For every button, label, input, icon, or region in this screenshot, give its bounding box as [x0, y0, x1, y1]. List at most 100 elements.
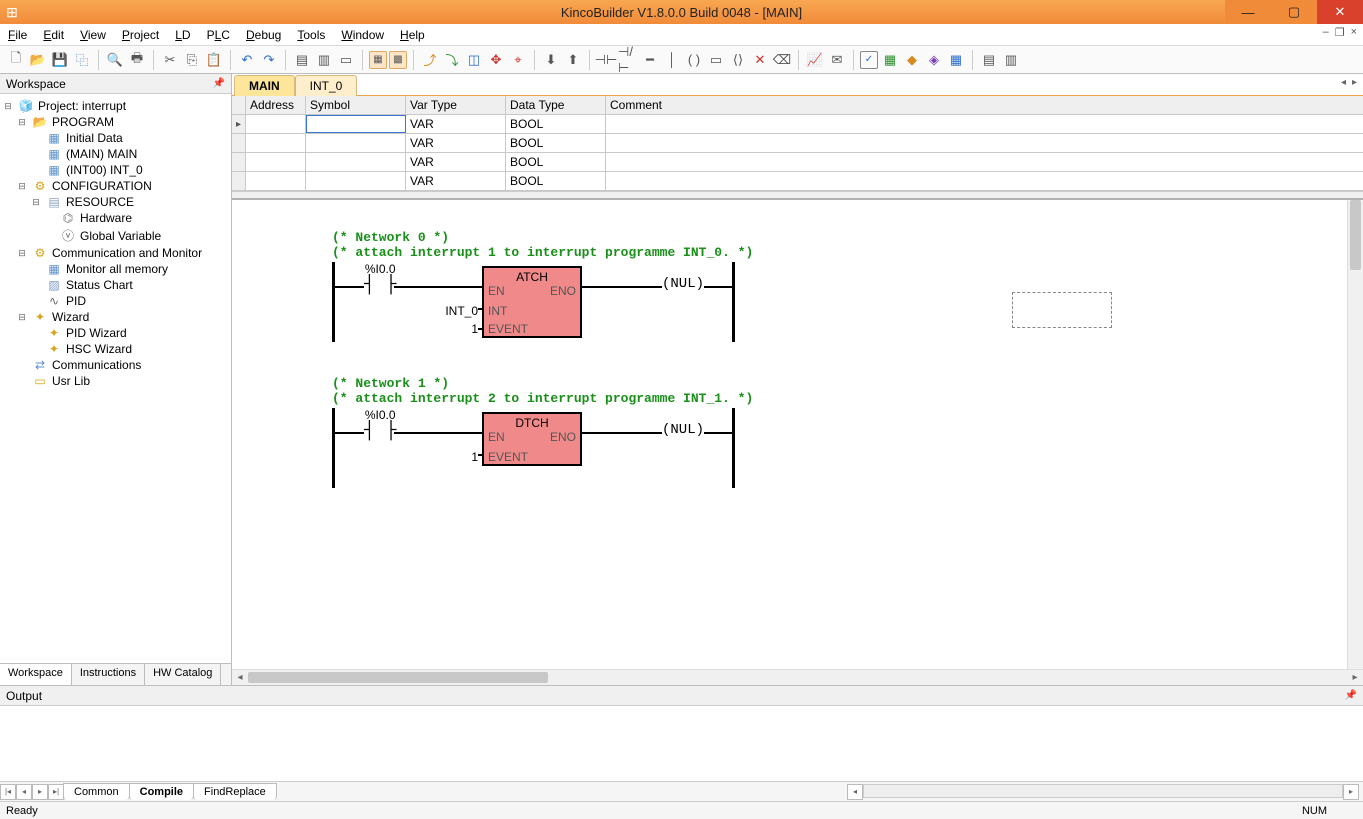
menu-debug[interactable]: Debug: [246, 28, 281, 42]
align-l-icon[interactable]: ▤: [979, 50, 999, 70]
tree-communications[interactable]: Communications: [52, 358, 141, 372]
tree-wizard[interactable]: Wizard: [52, 310, 89, 324]
nav-down-icon[interactable]: ⤵: [442, 50, 462, 70]
close-button[interactable]: ✕: [1317, 0, 1363, 24]
menu-file[interactable]: File: [8, 28, 27, 42]
horizontal-scrollbar[interactable]: ◂ ▸: [232, 669, 1363, 685]
outnav-next-icon[interactable]: ▸: [32, 784, 48, 800]
wipe-icon[interactable]: ⌫: [772, 50, 792, 70]
tree-status-chart[interactable]: Status Chart: [66, 278, 133, 292]
menu-view[interactable]: View: [80, 28, 106, 42]
outtab-compile[interactable]: Compile: [129, 783, 194, 800]
grid-icon[interactable]: ▦: [946, 50, 966, 70]
tree-pid-wizard[interactable]: PID Wizard: [66, 326, 127, 340]
print-icon[interactable]: 🖶: [127, 50, 147, 70]
coil-icon[interactable]: ( ): [684, 50, 704, 70]
tool-2-icon[interactable]: ▦: [880, 50, 900, 70]
print-preview-icon[interactable]: 🔍: [105, 50, 125, 70]
grid-cell-selected[interactable]: [306, 115, 406, 133]
outtab-common[interactable]: Common: [63, 783, 130, 800]
tool-1-icon[interactable]: ✓: [860, 51, 878, 69]
tree-monitor-all[interactable]: Monitor all memory: [66, 262, 168, 276]
tree-resource[interactable]: RESOURCE: [66, 195, 134, 209]
toggle-b-icon[interactable]: ▩: [389, 51, 407, 69]
branch-icon[interactable]: ⟨⟩: [728, 50, 748, 70]
center-icon[interactable]: ⌖: [508, 50, 528, 70]
tree-pid[interactable]: PID: [66, 294, 86, 308]
col-comment[interactable]: Comment: [606, 96, 866, 114]
tree-global-var[interactable]: Global Variable: [80, 229, 161, 243]
col-address[interactable]: Address: [246, 96, 306, 114]
col-symbol[interactable]: Symbol: [306, 96, 406, 114]
net1-block[interactable]: DTCH EN ENO EVENT: [482, 412, 582, 466]
delete-icon[interactable]: ✕: [750, 50, 770, 70]
menu-tools[interactable]: Tools: [297, 28, 325, 42]
outnav-prev-icon[interactable]: ◂: [16, 784, 32, 800]
tree-hardware[interactable]: Hardware: [80, 211, 132, 225]
paste-icon[interactable]: 📋: [204, 50, 224, 70]
variable-grid[interactable]: Address Symbol Var Type Data Type Commen…: [232, 96, 1363, 192]
tool-4-icon[interactable]: ◈: [924, 50, 944, 70]
delete-row-icon[interactable]: ▥: [314, 50, 334, 70]
new-icon[interactable]: 🗋: [6, 50, 26, 70]
doctab-int0[interactable]: INT_0: [295, 75, 358, 96]
fb-icon[interactable]: ▭: [706, 50, 726, 70]
copy-icon[interactable]: ⎘: [182, 50, 202, 70]
chart-icon[interactable]: 📈: [805, 50, 825, 70]
open-icon[interactable]: 📂: [28, 50, 48, 70]
menu-edit[interactable]: Edit: [43, 28, 64, 42]
tree-root[interactable]: Project: interrupt: [38, 99, 126, 113]
menu-project[interactable]: Project: [122, 28, 159, 42]
undo-icon[interactable]: ↶: [237, 50, 257, 70]
save-icon[interactable]: 💾: [50, 50, 70, 70]
upload-icon[interactable]: ⬆: [563, 50, 583, 70]
tree-initial-data[interactable]: Initial Data: [66, 131, 123, 145]
wstab-hwcatalog[interactable]: HW Catalog: [145, 664, 221, 685]
vertical-scrollbar[interactable]: [1347, 200, 1363, 669]
doctab-main[interactable]: MAIN: [234, 75, 295, 96]
minimize-button[interactable]: —: [1225, 0, 1271, 24]
col-vartype[interactable]: Var Type: [406, 96, 506, 114]
scroll-right-icon[interactable]: ▸: [1347, 670, 1363, 685]
contact-no-icon[interactable]: ⊣⊢: [596, 50, 616, 70]
grid-row[interactable]: VAR BOOL: [232, 153, 1363, 172]
vline-icon[interactable]: │: [662, 50, 682, 70]
tree-program[interactable]: PROGRAM: [52, 115, 114, 129]
block-icon[interactable]: ▭: [336, 50, 356, 70]
grid-row[interactable]: ▸ VAR BOOL: [232, 115, 1363, 134]
download-icon[interactable]: ⬇: [541, 50, 561, 70]
net1-coil[interactable]: (NUL): [662, 422, 704, 438]
redo-icon[interactable]: ↷: [259, 50, 279, 70]
insert-row-icon[interactable]: ▤: [292, 50, 312, 70]
tabnav-left-icon[interactable]: ◂: [1341, 77, 1346, 88]
mdi-close[interactable]: ×: [1351, 26, 1357, 39]
tool-3-icon[interactable]: ◆: [902, 50, 922, 70]
tree-configuration[interactable]: CONFIGURATION: [52, 179, 152, 193]
net0-coil[interactable]: (NUL): [662, 276, 704, 292]
saveall-icon[interactable]: ⿻: [72, 50, 92, 70]
tree-usr-lib[interactable]: Usr Lib: [52, 374, 90, 388]
ladder-editor[interactable]: (* Network 0 *) (* attach interrupt 1 to…: [232, 200, 1363, 669]
mail-icon[interactable]: ✉: [827, 50, 847, 70]
wstab-workspace[interactable]: Workspace: [0, 664, 72, 685]
maximize-button[interactable]: ▢: [1271, 0, 1317, 24]
col-datatype[interactable]: Data Type: [506, 96, 606, 114]
tree-hsc-wizard[interactable]: HSC Wizard: [66, 342, 132, 356]
outnav-first-icon[interactable]: |◂: [0, 784, 16, 800]
menu-window[interactable]: Window: [341, 28, 384, 42]
contact-icon[interactable]: ┤ ├: [364, 278, 396, 292]
mdi-restore[interactable]: ❐: [1335, 26, 1345, 39]
scroll-left-icon[interactable]: ◂: [232, 670, 248, 685]
contact-icon[interactable]: ┤ ├: [364, 424, 396, 438]
out-hscroll-left-icon[interactable]: ◂: [847, 784, 863, 800]
grid-row[interactable]: VAR BOOL: [232, 134, 1363, 153]
mdi-minimize[interactable]: –: [1323, 26, 1329, 39]
align-r-icon[interactable]: ▥: [1001, 50, 1021, 70]
tabnav-right-icon[interactable]: ▸: [1352, 77, 1357, 88]
wstab-instructions[interactable]: Instructions: [72, 664, 145, 685]
outnav-last-icon[interactable]: ▸|: [48, 784, 64, 800]
tree-main[interactable]: (MAIN) MAIN: [66, 147, 137, 161]
cut-icon[interactable]: ✂: [160, 50, 180, 70]
grid-row[interactable]: VAR BOOL: [232, 172, 1363, 191]
menu-help[interactable]: Help: [400, 28, 425, 42]
